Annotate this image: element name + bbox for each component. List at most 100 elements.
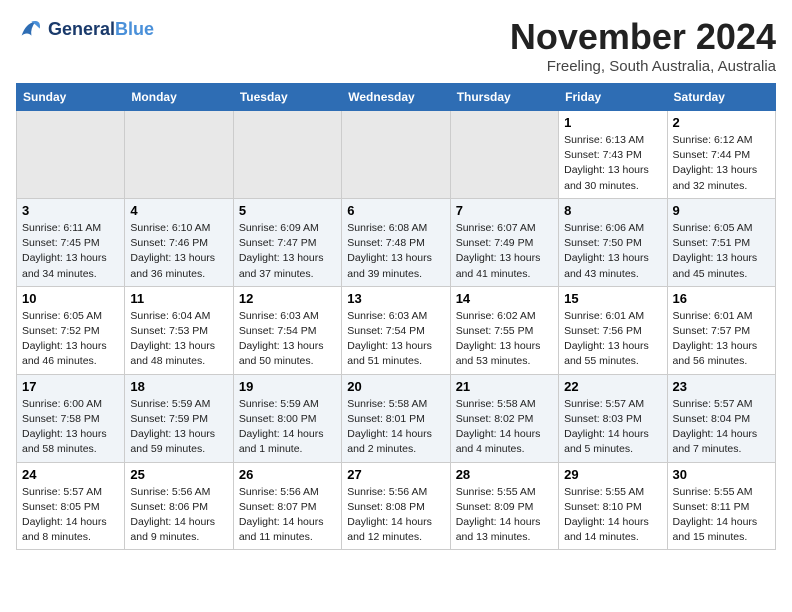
month-title: November 2024 [510, 16, 776, 58]
calendar-week-2: 3Sunrise: 6:11 AM Sunset: 7:45 PM Daylig… [17, 198, 776, 286]
weekday-header-sunday: Sunday [17, 84, 125, 111]
cell-info-text: Sunrise: 6:06 AM Sunset: 7:50 PM Dayligh… [564, 221, 661, 282]
calendar-cell: 7Sunrise: 6:07 AM Sunset: 7:49 PM Daylig… [450, 198, 558, 286]
logo-bird-icon [16, 16, 44, 44]
cell-date-number: 1 [564, 115, 661, 130]
calendar-cell [17, 111, 125, 199]
cell-date-number: 9 [673, 203, 770, 218]
calendar-cell: 12 Sunrise: 6:03 AM Sunset: 7:54 PM Dayli… [233, 286, 341, 374]
cell-info-text: Sunrise: 5:55 AM Sunset: 8:10 PM Dayligh… [564, 485, 661, 546]
cell-date-number: 12 [239, 291, 336, 306]
cell-date-number: 21 [456, 379, 553, 394]
calendar-cell: 9 Sunrise: 6:05 AM Sunset: 7:51 PM Daylig… [667, 198, 775, 286]
calendar-week-5: 24 Sunrise: 5:57 AM Sunset: 8:05 PM Dayli… [17, 462, 776, 550]
calendar-cell [125, 111, 233, 199]
cell-info-text: Sunrise: 6:08 AM Sunset: 7:48 PM Dayligh… [347, 221, 444, 282]
weekday-header-friday: Friday [559, 84, 667, 111]
logo: GeneralBlue [16, 16, 154, 44]
logo-text: GeneralBlue [48, 20, 154, 40]
calendar-week-1: 1 Sunrise: 6:13 AM Sunset: 7:43 PM Daylig… [17, 111, 776, 199]
page-header: GeneralBlue November 2024 Freeling, Sout… [16, 16, 776, 75]
calendar-table: SundayMondayTuesdayWednesdayThursdayFrid… [16, 83, 776, 550]
cell-info-text: Sunrise: 6:03 AM Sunset: 7:54 PM Dayligh… [239, 309, 336, 370]
calendar-cell: 10 Sunrise: 6:05 AM Sunset: 7:52 PM Dayli… [17, 286, 125, 374]
calendar-cell: 8 Sunrise: 6:06 AM Sunset: 7:50 PM Daylig… [559, 198, 667, 286]
cell-date-number: 8 [564, 203, 661, 218]
calendar-cell: 1 Sunrise: 6:13 AM Sunset: 7:43 PM Daylig… [559, 111, 667, 199]
cell-date-number: 16 [673, 291, 770, 306]
cell-info-text: Sunrise: 6:12 AM Sunset: 7:44 PM Dayligh… [673, 133, 770, 194]
calendar-cell: 17Sunrise: 6:00 AM Sunset: 7:58 PM Dayli… [17, 374, 125, 462]
cell-date-number: 15 [564, 291, 661, 306]
calendar-cell [450, 111, 558, 199]
title-area: November 2024 Freeling, South Australia,… [510, 16, 776, 75]
calendar-cell: 3Sunrise: 6:11 AM Sunset: 7:45 PM Daylig… [17, 198, 125, 286]
calendar-cell: 14 Sunrise: 6:02 AM Sunset: 7:55 PM Dayli… [450, 286, 558, 374]
cell-date-number: 26 [239, 467, 336, 482]
cell-date-number: 24 [22, 467, 119, 482]
weekday-header-monday: Monday [125, 84, 233, 111]
calendar-cell: 16 Sunrise: 6:01 AM Sunset: 7:57 PM Dayli… [667, 286, 775, 374]
cell-info-text: Sunrise: 6:05 AM Sunset: 7:51 PM Dayligh… [673, 221, 770, 282]
cell-info-text: Sunrise: 6:13 AM Sunset: 7:43 PM Dayligh… [564, 133, 661, 194]
cell-info-text: Sunrise: 5:59 AM Sunset: 8:00 PM Dayligh… [239, 397, 336, 458]
cell-info-text: Sunrise: 6:02 AM Sunset: 7:55 PM Dayligh… [456, 309, 553, 370]
calendar-cell: 18 Sunrise: 5:59 AM Sunset: 7:59 PM Dayli… [125, 374, 233, 462]
calendar-week-4: 17Sunrise: 6:00 AM Sunset: 7:58 PM Dayli… [17, 374, 776, 462]
cell-date-number: 11 [130, 291, 227, 306]
cell-date-number: 10 [22, 291, 119, 306]
cell-date-number: 27 [347, 467, 444, 482]
cell-info-text: Sunrise: 6:03 AM Sunset: 7:54 PM Dayligh… [347, 309, 444, 370]
cell-info-text: Sunrise: 6:04 AM Sunset: 7:53 PM Dayligh… [130, 309, 227, 370]
calendar-cell: 25Sunrise: 5:56 AM Sunset: 8:06 PM Dayli… [125, 462, 233, 550]
weekday-header-thursday: Thursday [450, 84, 558, 111]
cell-date-number: 7 [456, 203, 553, 218]
calendar-cell: 28 Sunrise: 5:55 AM Sunset: 8:09 PM Dayli… [450, 462, 558, 550]
cell-date-number: 18 [130, 379, 227, 394]
cell-date-number: 20 [347, 379, 444, 394]
weekday-header-row: SundayMondayTuesdayWednesdayThursdayFrid… [17, 84, 776, 111]
cell-date-number: 6 [347, 203, 444, 218]
cell-date-number: 19 [239, 379, 336, 394]
cell-date-number: 3 [22, 203, 119, 218]
cell-info-text: Sunrise: 5:58 AM Sunset: 8:01 PM Dayligh… [347, 397, 444, 458]
calendar-cell [233, 111, 341, 199]
weekday-header-tuesday: Tuesday [233, 84, 341, 111]
cell-info-text: Sunrise: 5:56 AM Sunset: 8:08 PM Dayligh… [347, 485, 444, 546]
cell-info-text: Sunrise: 6:01 AM Sunset: 7:57 PM Dayligh… [673, 309, 770, 370]
cell-info-text: Sunrise: 6:10 AM Sunset: 7:46 PM Dayligh… [130, 221, 227, 282]
cell-info-text: Sunrise: 5:55 AM Sunset: 8:09 PM Dayligh… [456, 485, 553, 546]
calendar-cell: 20 Sunrise: 5:58 AM Sunset: 8:01 PM Dayli… [342, 374, 450, 462]
cell-date-number: 13 [347, 291, 444, 306]
cell-info-text: Sunrise: 6:09 AM Sunset: 7:47 PM Dayligh… [239, 221, 336, 282]
cell-info-text: Sunrise: 5:57 AM Sunset: 8:05 PM Dayligh… [22, 485, 119, 546]
cell-info-text: Sunrise: 5:59 AM Sunset: 7:59 PM Dayligh… [130, 397, 227, 458]
calendar-cell: 24 Sunrise: 5:57 AM Sunset: 8:05 PM Dayli… [17, 462, 125, 550]
calendar-cell: 2 Sunrise: 6:12 AM Sunset: 7:44 PM Daylig… [667, 111, 775, 199]
calendar-cell: 19 Sunrise: 5:59 AM Sunset: 8:00 PM Dayli… [233, 374, 341, 462]
cell-date-number: 28 [456, 467, 553, 482]
calendar-cell: 15 Sunrise: 6:01 AM Sunset: 7:56 PM Dayli… [559, 286, 667, 374]
location-subtitle: Freeling, South Australia, Australia [510, 58, 776, 75]
calendar-cell: 11 Sunrise: 6:04 AM Sunset: 7:53 PM Dayli… [125, 286, 233, 374]
calendar-cell: 26Sunrise: 5:56 AM Sunset: 8:07 PM Dayli… [233, 462, 341, 550]
cell-info-text: Sunrise: 5:57 AM Sunset: 8:04 PM Dayligh… [673, 397, 770, 458]
calendar-cell: 27 Sunrise: 5:56 AM Sunset: 8:08 PM Dayli… [342, 462, 450, 550]
calendar-cell: 21 Sunrise: 5:58 AM Sunset: 8:02 PM Dayli… [450, 374, 558, 462]
cell-date-number: 23 [673, 379, 770, 394]
cell-info-text: Sunrise: 6:01 AM Sunset: 7:56 PM Dayligh… [564, 309, 661, 370]
cell-date-number: 30 [673, 467, 770, 482]
calendar-cell [342, 111, 450, 199]
cell-info-text: Sunrise: 5:58 AM Sunset: 8:02 PM Dayligh… [456, 397, 553, 458]
calendar-week-3: 10 Sunrise: 6:05 AM Sunset: 7:52 PM Dayli… [17, 286, 776, 374]
calendar-cell: 30 Sunrise: 5:55 AM Sunset: 8:11 PM Dayli… [667, 462, 775, 550]
cell-info-text: Sunrise: 5:55 AM Sunset: 8:11 PM Dayligh… [673, 485, 770, 546]
cell-info-text: Sunrise: 5:57 AM Sunset: 8:03 PM Dayligh… [564, 397, 661, 458]
weekday-header-saturday: Saturday [667, 84, 775, 111]
cell-date-number: 2 [673, 115, 770, 130]
cell-date-number: 17 [22, 379, 119, 394]
cell-date-number: 4 [130, 203, 227, 218]
calendar-cell: 4 Sunrise: 6:10 AM Sunset: 7:46 PM Daylig… [125, 198, 233, 286]
cell-date-number: 14 [456, 291, 553, 306]
cell-info-text: Sunrise: 6:05 AM Sunset: 7:52 PM Dayligh… [22, 309, 119, 370]
